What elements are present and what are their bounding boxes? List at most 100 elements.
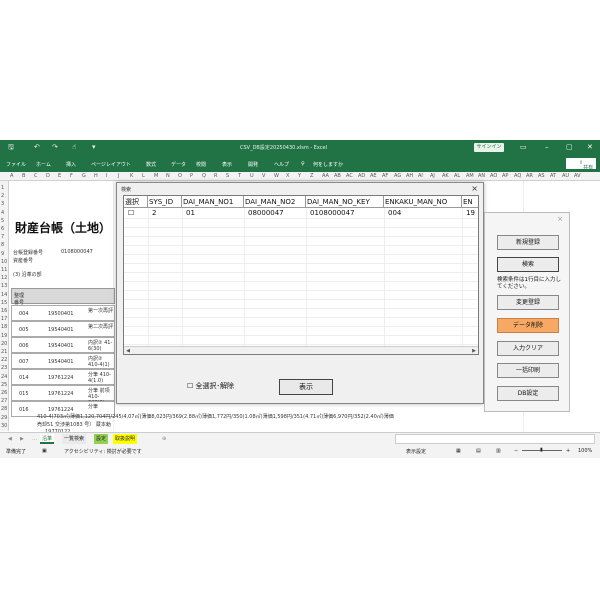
row-header[interactable]: 24	[1, 374, 7, 380]
column-header[interactable]: AA	[322, 172, 329, 181]
row-header[interactable]: 22	[1, 357, 7, 363]
table-row[interactable]: 014 19761224 分筆 410-4(1.0)	[11, 369, 115, 385]
new-register-button[interactable]: 新規登録	[497, 235, 559, 250]
row-header[interactable]: 25	[1, 382, 7, 388]
touch-mode-icon[interactable]: ☝	[72, 143, 76, 151]
sheet-tab-search[interactable]: 一覧検索	[62, 434, 87, 444]
row-header[interactable]: 10	[1, 259, 7, 265]
col-header-en[interactable]: EN	[462, 196, 478, 208]
column-header[interactable]: O	[178, 172, 182, 181]
tab-developer[interactable]: 開発	[248, 161, 258, 168]
row-header[interactable]: 8	[1, 242, 4, 248]
tab-prev-icon[interactable]: ◀	[6, 434, 14, 444]
row-header[interactable]: 12	[1, 275, 7, 281]
column-header[interactable]: B	[22, 172, 25, 181]
row-header[interactable]: 26	[1, 390, 7, 396]
column-header[interactable]: AL	[454, 172, 460, 181]
tab-view[interactable]: 表示	[222, 161, 232, 168]
column-header[interactable]: Z	[310, 172, 313, 181]
zoom-in-icon[interactable]: +	[566, 448, 570, 454]
restore-icon[interactable]: ▢	[566, 143, 573, 151]
row-header[interactable]: 21	[1, 349, 7, 355]
sheet-tab-manual[interactable]: 取扱説明	[113, 434, 138, 444]
clear-input-button[interactable]: 入力クリア	[497, 341, 559, 356]
column-header[interactable]: L	[142, 172, 145, 181]
signin-button[interactable]: サインイン	[474, 143, 504, 152]
col-header-enkaku-man-no[interactable]: ENKAKU_MAN_NO	[384, 196, 462, 208]
redo-icon[interactable]: ↷	[52, 143, 58, 151]
row-header[interactable]: 11	[1, 267, 7, 273]
tab-page-layout[interactable]: ページレイアウト	[91, 161, 131, 168]
column-header[interactable]: AF	[382, 172, 388, 181]
column-header[interactable]: AU	[562, 172, 569, 181]
zoom-out-icon[interactable]: −	[514, 448, 518, 454]
column-header[interactable]: C	[34, 172, 38, 181]
tab-file[interactable]: ファイル	[6, 161, 26, 168]
column-header[interactable]: H	[94, 172, 98, 181]
zoom-thumb[interactable]: ▮	[540, 447, 543, 453]
save-icon[interactable]: 🖫	[8, 143, 14, 154]
col-header-dai-man-no-key[interactable]: DAI_MAN_NO_KEY	[306, 196, 384, 208]
row-header[interactable]: 28	[1, 406, 7, 412]
share-button[interactable]: ⇪ 共有	[566, 158, 596, 171]
tab-help[interactable]: ヘルプ	[274, 161, 289, 168]
panel-close-button[interactable]: ×	[557, 215, 563, 223]
table-row[interactable]: 005 19540401 第二次再評	[11, 321, 115, 337]
results-grid[interactable]: 選択 SYS_ID DAI_MAN_NO1 DAI_MAN_NO2 DAI_MA…	[123, 195, 479, 355]
delete-data-button[interactable]: データ削除	[497, 318, 559, 333]
column-header[interactable]: A	[10, 172, 13, 181]
column-header[interactable]: W	[274, 172, 279, 181]
row-header[interactable]: 23	[1, 365, 7, 371]
table-row[interactable]: 007 19540401 内訳② 410-4(1)	[11, 353, 115, 369]
column-header[interactable]: Y	[298, 172, 301, 181]
column-header[interactable]: AC	[346, 172, 353, 181]
row-header[interactable]: 15	[1, 300, 7, 306]
column-header[interactable]: U	[250, 172, 254, 181]
batch-print-button[interactable]: 一括印刷	[497, 363, 559, 378]
row-header[interactable]: 19	[1, 333, 7, 339]
page-break-icon[interactable]: ▥	[496, 448, 501, 454]
column-header[interactable]: AV	[574, 172, 581, 181]
row-header[interactable]: 6	[1, 226, 4, 232]
column-header[interactable]: K	[130, 172, 133, 181]
tab-next-icon[interactable]: ▶	[18, 434, 26, 444]
ribbon-display-icon[interactable]: ▭	[520, 143, 527, 151]
row-header[interactable]: 30	[1, 423, 7, 429]
column-header[interactable]: V	[262, 172, 265, 181]
page-layout-icon[interactable]: ▤	[476, 448, 481, 454]
row-header[interactable]: 5	[1, 218, 4, 224]
search-button[interactable]: 検索	[497, 257, 559, 272]
row-header[interactable]: 7	[1, 234, 4, 240]
column-header[interactable]: I	[106, 172, 107, 181]
column-header[interactable]: AK	[442, 172, 449, 181]
column-header[interactable]: AD	[358, 172, 365, 181]
column-header[interactable]: F	[70, 172, 73, 181]
col-header-sys-id[interactable]: SYS_ID	[148, 196, 182, 208]
column-header[interactable]: AG	[394, 172, 401, 181]
row-header[interactable]: 2	[1, 193, 4, 199]
update-button[interactable]: 変更登録	[497, 295, 559, 310]
row-header[interactable]: 1	[1, 185, 4, 191]
table-row[interactable]: 015 19761224 分筆 前項 410-342(3)	[11, 385, 115, 401]
customize-toolbar-icon[interactable]: ▾	[92, 143, 96, 151]
display-settings[interactable]: 表示設定	[406, 448, 426, 455]
column-header[interactable]: AQ	[514, 172, 521, 181]
row-header[interactable]: 16	[1, 308, 7, 314]
column-header[interactable]: Q	[202, 172, 206, 181]
zoom-level[interactable]: 100%	[578, 448, 592, 454]
row-header[interactable]: 3	[1, 201, 4, 207]
table-row[interactable]: 006 19540401 内訳② 41-6(30)	[11, 337, 115, 353]
column-header[interactable]: R	[214, 172, 217, 181]
tab-formulas[interactable]: 数式	[146, 161, 156, 168]
column-header[interactable]: J	[118, 172, 119, 181]
add-sheet-icon[interactable]: ⊕	[160, 434, 168, 444]
sheet-tab-settings[interactable]: 設定	[94, 434, 109, 444]
ledger-value[interactable]: 0108000047	[61, 249, 93, 255]
select-all-checkbox[interactable]: ☐ 全選択･解除	[187, 381, 234, 391]
column-header[interactable]: G	[82, 172, 86, 181]
column-header[interactable]: E	[58, 172, 61, 181]
column-header[interactable]: AO	[490, 172, 497, 181]
undo-icon[interactable]: ↶	[34, 143, 40, 151]
minimize-icon[interactable]: –	[545, 143, 549, 151]
tell-me-input[interactable]: 何をしますか	[313, 161, 343, 168]
